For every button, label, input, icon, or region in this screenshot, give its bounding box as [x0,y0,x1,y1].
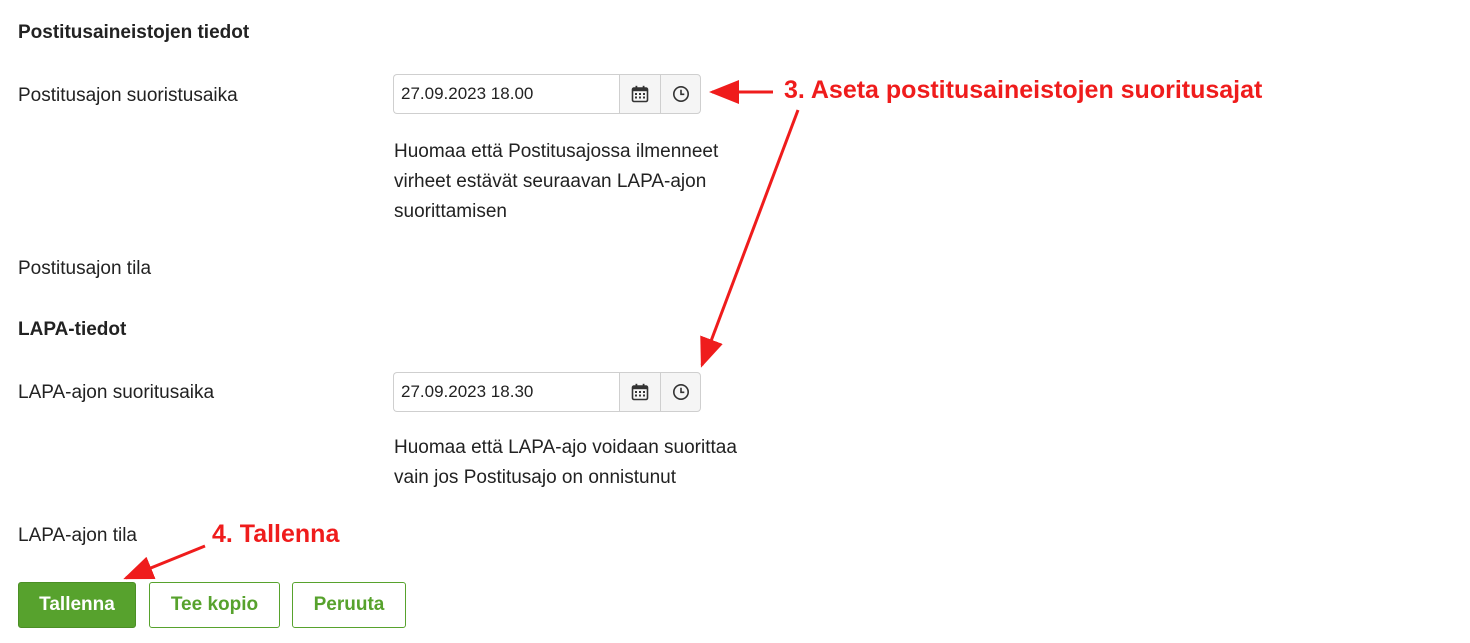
annotation-step-4: 4. Tallenna [212,520,340,548]
arrow-to-lapa-time [700,109,800,368]
annotation-step-3: 3. Aseta postitusaineistojen suoritusaja… [784,76,1263,104]
arrow-to-save [123,544,206,580]
